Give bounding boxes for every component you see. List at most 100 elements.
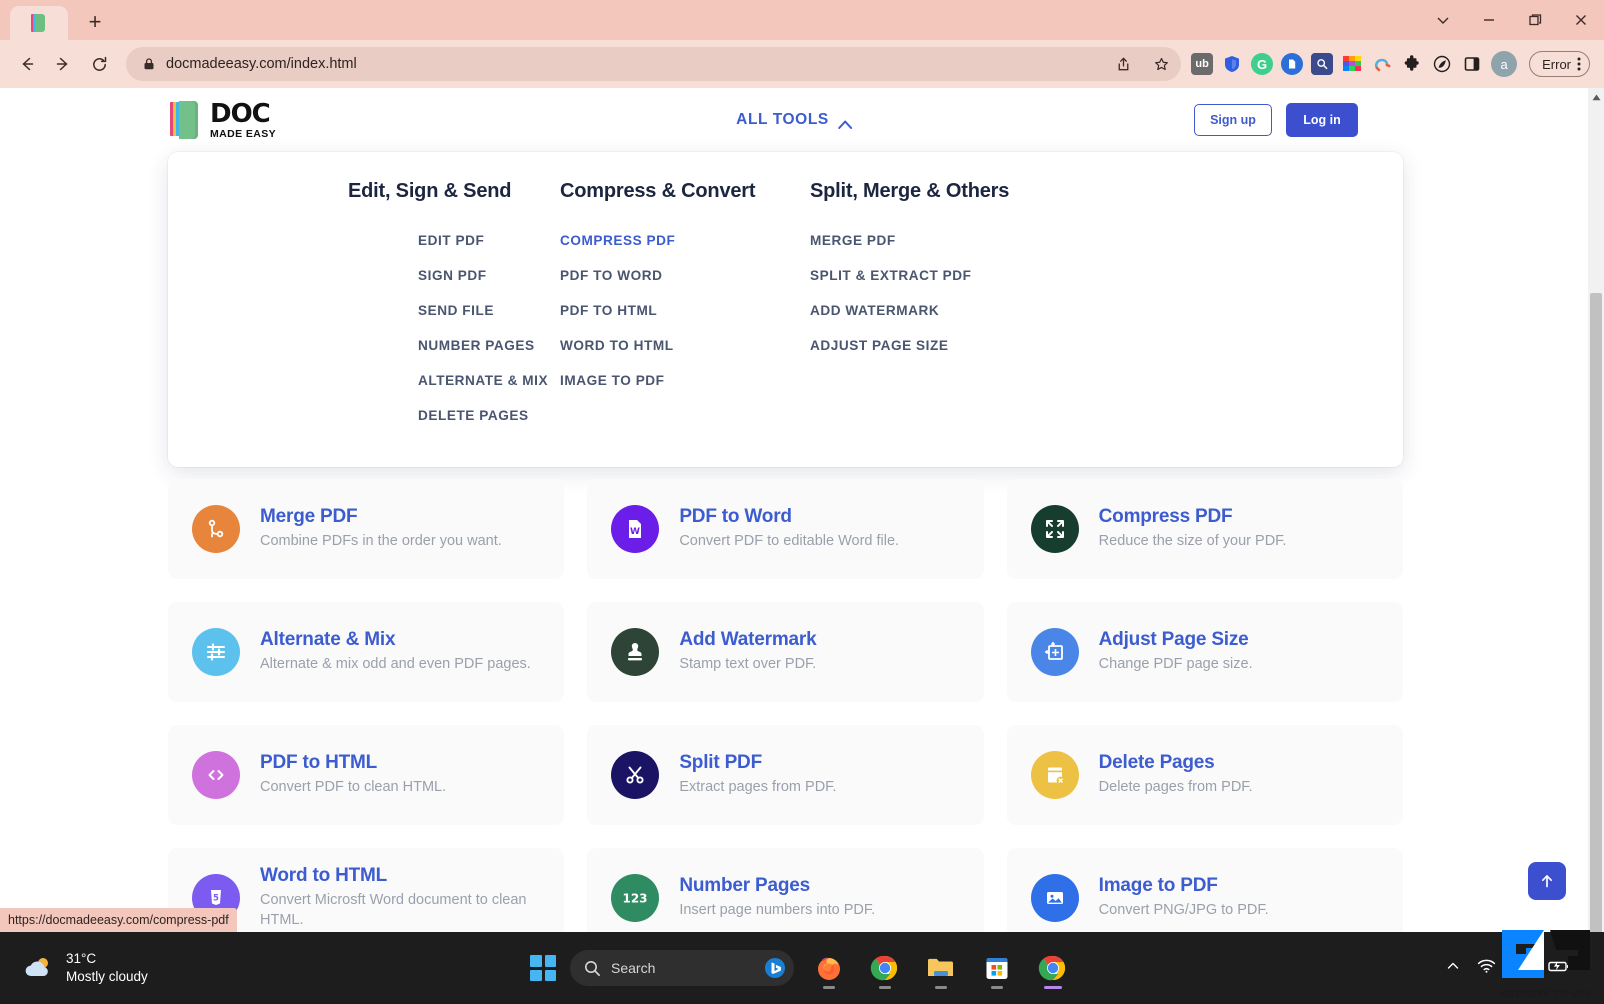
- image-icon: [1030, 874, 1079, 922]
- taskbar-app-microsoft-store[interactable]: [976, 945, 1018, 991]
- dropdown-column-split-merge-others: Split, Merge & Others MERGE PDF SPLIT & …: [810, 180, 1060, 433]
- dropdown-item-send-file[interactable]: SEND FILE: [418, 293, 560, 328]
- dropdown-item-pdf-to-html[interactable]: PDF TO HTML: [560, 293, 810, 328]
- taskbar-app-firefox[interactable]: [808, 945, 850, 991]
- kebab-menu-icon: [1577, 57, 1581, 71]
- ublock-origin-icon[interactable]: ub: [1191, 53, 1214, 75]
- taskbar-app-file-explorer[interactable]: [920, 945, 962, 991]
- sidepanel-icon[interactable]: [1461, 53, 1483, 75]
- bitwarden-icon[interactable]: [1221, 53, 1243, 75]
- colorpicker-icon[interactable]: [1341, 53, 1363, 75]
- profile-avatar[interactable]: a: [1491, 51, 1518, 77]
- tool-card-title: Merge PDF: [260, 506, 358, 528]
- taskbar-weather-widget[interactable]: 31°C Mostly cloudy: [0, 950, 300, 986]
- forward-button[interactable]: [46, 47, 80, 81]
- url-text: docmadeeasy.com/index.html: [166, 56, 357, 72]
- wifi-icon[interactable]: [1477, 958, 1496, 979]
- dropdown-item-merge-pdf[interactable]: MERGE PDF: [810, 223, 1060, 258]
- tool-card-add-watermark[interactable]: Add Watermark Stamp text over PDF.: [587, 602, 984, 702]
- taskbar-search-input[interactable]: Search: [570, 950, 794, 986]
- back-button[interactable]: [10, 47, 44, 81]
- dropdown-column-title: Compress & Convert: [560, 180, 756, 202]
- tool-card-title: PDF to HTML: [260, 752, 378, 774]
- dropdown-item-sign-pdf[interactable]: SIGN PDF: [418, 258, 560, 293]
- tool-card-desc: Insert page numbers into PDF.: [679, 902, 876, 919]
- tool-card-pdf-to-html[interactable]: PDF to HTML Convert PDF to clean HTML.: [168, 725, 565, 825]
- site-header: DOC MADE EASY ALL TOOLS Sign up Log in: [0, 88, 1588, 152]
- link-status-bar: https://docmadeeasy.com/compress-pdf: [0, 908, 237, 932]
- tray-chevron-up-icon[interactable]: [1445, 958, 1461, 979]
- tool-card-adjust-page-size[interactable]: Adjust Page Size Change PDF page size.: [1006, 602, 1403, 702]
- scissors-icon: [611, 751, 660, 799]
- window-controls: [1420, 0, 1604, 40]
- sign-up-button[interactable]: Sign up: [1194, 104, 1272, 136]
- taskbar-app-chrome-active[interactable]: [1032, 945, 1074, 991]
- all-tools-label: ALL TOOLS: [736, 111, 829, 128]
- tool-cards-grid: Merge PDF Combine PDFs in the order you …: [168, 479, 1403, 932]
- windows-start-button[interactable]: [530, 955, 556, 981]
- scrollbar-up-arrow-icon[interactable]: [1588, 88, 1604, 106]
- numbers-123-icon: 123: [611, 874, 660, 922]
- page-scrollbar[interactable]: [1588, 88, 1604, 932]
- tool-card-row: Merge PDF Combine PDFs in the order you …: [168, 479, 1403, 579]
- dropdown-column-compress-convert: Compress & Convert COMPRESS PDF PDF TO W…: [560, 180, 810, 433]
- dropdown-item-word-to-html[interactable]: WORD TO HTML: [560, 328, 810, 363]
- tool-card-delete-pages[interactable]: Delete Pages Delete pages from PDF.: [1006, 725, 1403, 825]
- logo-name: DOC: [210, 98, 271, 129]
- tool-card-desc: Convert PNG/JPG to PDF.: [1098, 902, 1269, 919]
- address-bar[interactable]: docmadeeasy.com/index.html: [126, 47, 1182, 81]
- page-viewport: DOC MADE EASY ALL TOOLS Sign up Log in E…: [0, 88, 1604, 932]
- leaf-icon[interactable]: [1431, 53, 1453, 75]
- tool-card-merge-pdf[interactable]: Merge PDF Combine PDFs in the order you …: [168, 479, 565, 579]
- extensions-row: ub G a Error: [1191, 51, 1594, 77]
- search-placeholder: Search: [611, 960, 656, 976]
- tool-card-number-pages[interactable]: 123 Number Pages Insert page numbers int…: [587, 848, 984, 932]
- dropdown-item-delete-pages[interactable]: DELETE PAGES: [418, 398, 560, 433]
- lens-search-icon[interactable]: [1311, 53, 1334, 75]
- error-menu-button[interactable]: Error: [1529, 51, 1590, 77]
- weather-condition: Mostly cloudy: [66, 969, 148, 984]
- dropdown-item-split-extract-pdf[interactable]: SPLIT & EXTRACT PDF: [810, 258, 1060, 293]
- tool-card-alternate-mix[interactable]: Alternate & Mix Alternate & mix odd and …: [168, 602, 565, 702]
- tool-card-split-pdf[interactable]: Split PDF Extract pages from PDF.: [587, 725, 984, 825]
- tool-card-image-to-pdf[interactable]: Image to PDF Convert PNG/JPG to PDF.: [1006, 848, 1403, 932]
- magnet-icon[interactable]: [1371, 53, 1393, 75]
- dropdown-item-alternate-mix[interactable]: ALTERNATE & MIX: [418, 363, 560, 398]
- tool-card-pdf-to-word[interactable]: W PDF to Word Convert PDF to editable Wo…: [587, 479, 984, 579]
- dropdown-item-compress-pdf[interactable]: COMPRESS PDF: [560, 223, 810, 258]
- taskbar-app-chrome[interactable]: [864, 945, 906, 991]
- dropdown-item-pdf-to-word[interactable]: PDF TO WORD: [560, 258, 810, 293]
- tool-card-row: 5 Word to HTML Convert Microsft Word doc…: [168, 848, 1403, 932]
- weather-cloud-icon: [22, 954, 56, 982]
- maximize-icon[interactable]: [1512, 0, 1558, 40]
- tab-search-chevron-icon[interactable]: [1420, 0, 1466, 40]
- tab-favicon-icon: [31, 14, 47, 32]
- tool-card-row: Alternate & Mix Alternate & mix odd and …: [168, 602, 1403, 702]
- share-icon[interactable]: [1109, 50, 1137, 78]
- back-to-top-button[interactable]: [1528, 862, 1566, 900]
- search-icon: [585, 960, 600, 976]
- close-icon[interactable]: [1558, 0, 1604, 40]
- bookmark-star-icon[interactable]: [1147, 50, 1175, 78]
- site-logo[interactable]: DOC MADE EASY: [170, 101, 276, 140]
- all-tools-dropdown: Edit, Sign & Send EDIT PDF SIGN PDF SEND…: [168, 152, 1403, 467]
- readermode-icon[interactable]: [1281, 53, 1304, 75]
- scrollbar-thumb[interactable]: [1590, 293, 1602, 932]
- dropdown-item-edit-pdf[interactable]: EDIT PDF: [418, 223, 560, 258]
- reload-button[interactable]: [82, 47, 116, 81]
- grammarly-icon[interactable]: G: [1251, 53, 1274, 75]
- browser-tab[interactable]: [10, 6, 68, 40]
- microsoft-store-icon: [986, 958, 1008, 979]
- dropdown-item-image-to-pdf[interactable]: IMAGE TO PDF: [560, 363, 810, 398]
- dropdown-column-title: Split, Merge & Others: [810, 180, 1010, 202]
- puzzle-extensions-icon[interactable]: [1401, 53, 1423, 75]
- dropdown-item-number-pages[interactable]: NUMBER PAGES: [418, 328, 560, 363]
- tool-card-title: Adjust Page Size: [1098, 629, 1249, 651]
- tool-card-compress-pdf[interactable]: Compress PDF Reduce the size of your PDF…: [1006, 479, 1403, 579]
- all-tools-menu-button[interactable]: ALL TOOLS: [736, 111, 852, 129]
- dropdown-item-add-watermark[interactable]: ADD WATERMARK: [810, 293, 1060, 328]
- dropdown-item-adjust-page-size[interactable]: ADJUST PAGE SIZE: [810, 328, 1060, 363]
- new-tab-button[interactable]: +: [80, 7, 110, 37]
- minimize-icon[interactable]: [1466, 0, 1512, 40]
- log-in-button[interactable]: Log in: [1286, 103, 1358, 137]
